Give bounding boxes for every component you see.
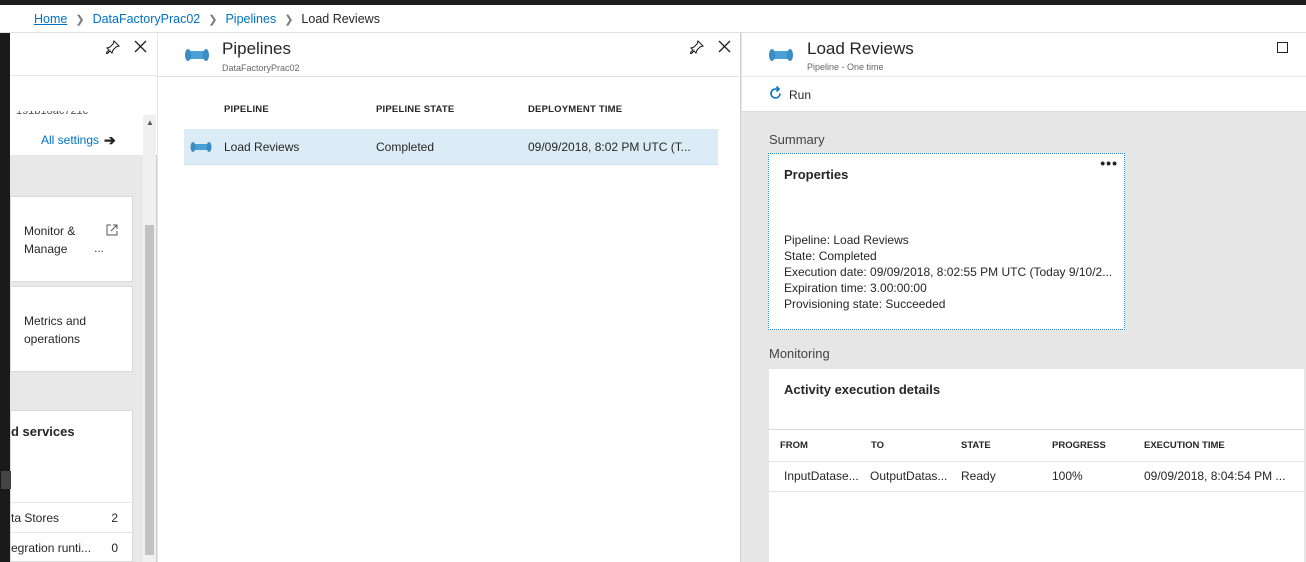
arrow-right-icon: ➔ xyxy=(104,132,116,148)
blade-title: Pipelines xyxy=(222,39,291,58)
column-header-pipeline[interactable]: PIPELINE xyxy=(224,104,269,115)
activity-title: Activity execution details xyxy=(784,382,941,397)
service-row-count: 2 xyxy=(111,511,118,525)
tile-label-line2: Manage xyxy=(24,242,68,256)
monitor-manage-tile[interactable]: Monitor & Manage ... xyxy=(10,196,133,282)
pin-icon[interactable] xyxy=(689,39,705,57)
property-line: Expiration time: 3.00:00:00 xyxy=(784,281,927,295)
properties-tile[interactable]: Properties ••• Pipeline: Load Reviews St… xyxy=(768,153,1125,330)
table-row[interactable]: Load Reviews Completed 09/09/2018, 8:02 … xyxy=(184,129,718,165)
column-header-to[interactable]: TO xyxy=(871,440,884,451)
property-line: Provisioning state: Succeeded xyxy=(784,297,946,311)
maximize-icon[interactable] xyxy=(1277,42,1288,53)
pipeline-icon xyxy=(184,47,210,66)
pipeline-name-cell: Load Reviews xyxy=(224,140,300,154)
deployment-time-cell: 09/09/2018, 8:02 PM UTC (T... xyxy=(528,140,691,154)
service-row[interactable]: ta Stores 2 xyxy=(11,502,134,532)
service-row-label: ta Stores xyxy=(11,511,60,525)
all-settings-link[interactable]: All settings xyxy=(41,133,99,147)
blade-subtitle: DataFactoryPrac02 xyxy=(222,63,300,73)
service-icon xyxy=(1,471,11,489)
close-icon[interactable] xyxy=(134,40,147,57)
chevron-right-icon: ❯ xyxy=(208,13,218,26)
blade-subheader xyxy=(10,75,157,115)
chevron-right-icon: ❯ xyxy=(75,13,85,26)
column-header-execution-time[interactable]: EXECUTION TIME xyxy=(1144,440,1225,451)
activity-state-cell[interactable]: Ready xyxy=(961,469,996,483)
linked-services-tile: d services ta Stores 2 egration runti...… xyxy=(1,410,134,562)
breadcrumb-current: Load Reviews xyxy=(301,12,380,26)
column-header-deployment-time[interactable]: DEPLOYMENT TIME xyxy=(528,104,622,115)
blade-header xyxy=(10,33,157,75)
property-line: Execution date: 09/09/2018, 8:02:55 PM U… xyxy=(784,265,1113,279)
divider xyxy=(742,76,1306,77)
activity-progress-cell[interactable]: 100% xyxy=(1052,469,1083,483)
activity-to-cell[interactable]: OutputDatas... xyxy=(870,469,947,483)
refresh-icon xyxy=(768,85,783,104)
column-header-pipeline-state[interactable]: PIPELINE STATE xyxy=(376,104,454,115)
property-line: Pipeline: Load Reviews xyxy=(784,233,909,247)
properties-title: Properties xyxy=(784,167,849,182)
properties-list: Pipeline: Load Reviews State: Completed … xyxy=(784,232,1112,312)
breadcrumb-datafactory-link[interactable]: DataFactoryPrac02 xyxy=(93,12,201,26)
monitoring-heading: Monitoring xyxy=(769,346,830,361)
more-options-icon[interactable]: ••• xyxy=(1100,155,1118,171)
external-link-icon xyxy=(106,224,118,236)
metrics-operations-tile[interactable]: Metrics and operations xyxy=(10,286,133,372)
run-button-label: Run xyxy=(789,88,812,102)
tile-label-line1: Monitor & xyxy=(24,224,76,238)
scrollbar-thumb[interactable] xyxy=(145,225,154,555)
blade-subtitle: Pipeline - One time xyxy=(807,62,884,72)
divider xyxy=(158,76,741,77)
blade-title: Load Reviews xyxy=(807,39,914,58)
activity-from-cell[interactable]: InputDatase... xyxy=(784,469,859,483)
column-header-state[interactable]: STATE xyxy=(961,440,991,451)
pin-icon[interactable] xyxy=(105,39,121,57)
breadcrumb: Home ❯ DataFactoryPrac02 ❯ Pipelines ❯ L… xyxy=(34,12,380,26)
data-factory-blade: 191b18ac721c All settings ➔ Monitor & Ma… xyxy=(1,33,157,562)
service-row[interactable]: egration runti... 0 xyxy=(11,532,134,562)
blade-header: Load Reviews Pipeline - One time Run xyxy=(742,33,1306,112)
service-row-label: egration runti... xyxy=(11,541,92,555)
chevron-right-icon: ❯ xyxy=(284,13,294,26)
breadcrumb-pipelines-link[interactable]: Pipelines xyxy=(225,12,276,26)
column-header-from[interactable]: FROM xyxy=(780,440,808,451)
tile-more-text: ... xyxy=(93,241,104,255)
service-row-count: 0 xyxy=(111,541,118,555)
tile-label-line1: Metrics and xyxy=(24,314,87,328)
summary-heading: Summary xyxy=(769,132,825,147)
divider xyxy=(769,429,1304,430)
pipelines-blade: Pipelines DataFactoryPrac02 PIPELINE PIP… xyxy=(158,33,741,562)
load-reviews-blade: Load Reviews Pipeline - One time Run Sum… xyxy=(742,33,1306,562)
pipeline-state-cell: Completed xyxy=(376,140,435,154)
close-icon[interactable] xyxy=(718,40,731,57)
breadcrumb-home-link[interactable]: Home xyxy=(34,12,67,26)
divider xyxy=(769,461,1304,462)
vertical-scrollbar[interactable]: ▲ xyxy=(143,115,156,562)
run-button[interactable]: Run xyxy=(768,85,812,104)
pipeline-icon xyxy=(768,47,794,66)
column-header-progress[interactable]: PROGRESS xyxy=(1052,440,1106,451)
property-line: State: Completed xyxy=(784,249,877,263)
services-heading: d services xyxy=(11,424,75,439)
scroll-up-arrow-icon[interactable]: ▲ xyxy=(146,118,154,127)
tile-label-line2: operations xyxy=(24,332,81,346)
breadcrumb-bar: Home ❯ DataFactoryPrac02 ❯ Pipelines ❯ L… xyxy=(0,5,1306,33)
activity-execution-tile: Activity execution details FROM TO STATE… xyxy=(769,369,1304,562)
pipeline-icon xyxy=(190,141,212,156)
divider xyxy=(769,491,1304,492)
activity-execution-time-cell[interactable]: 09/09/2018, 8:04:54 PM ... xyxy=(1144,469,1285,483)
